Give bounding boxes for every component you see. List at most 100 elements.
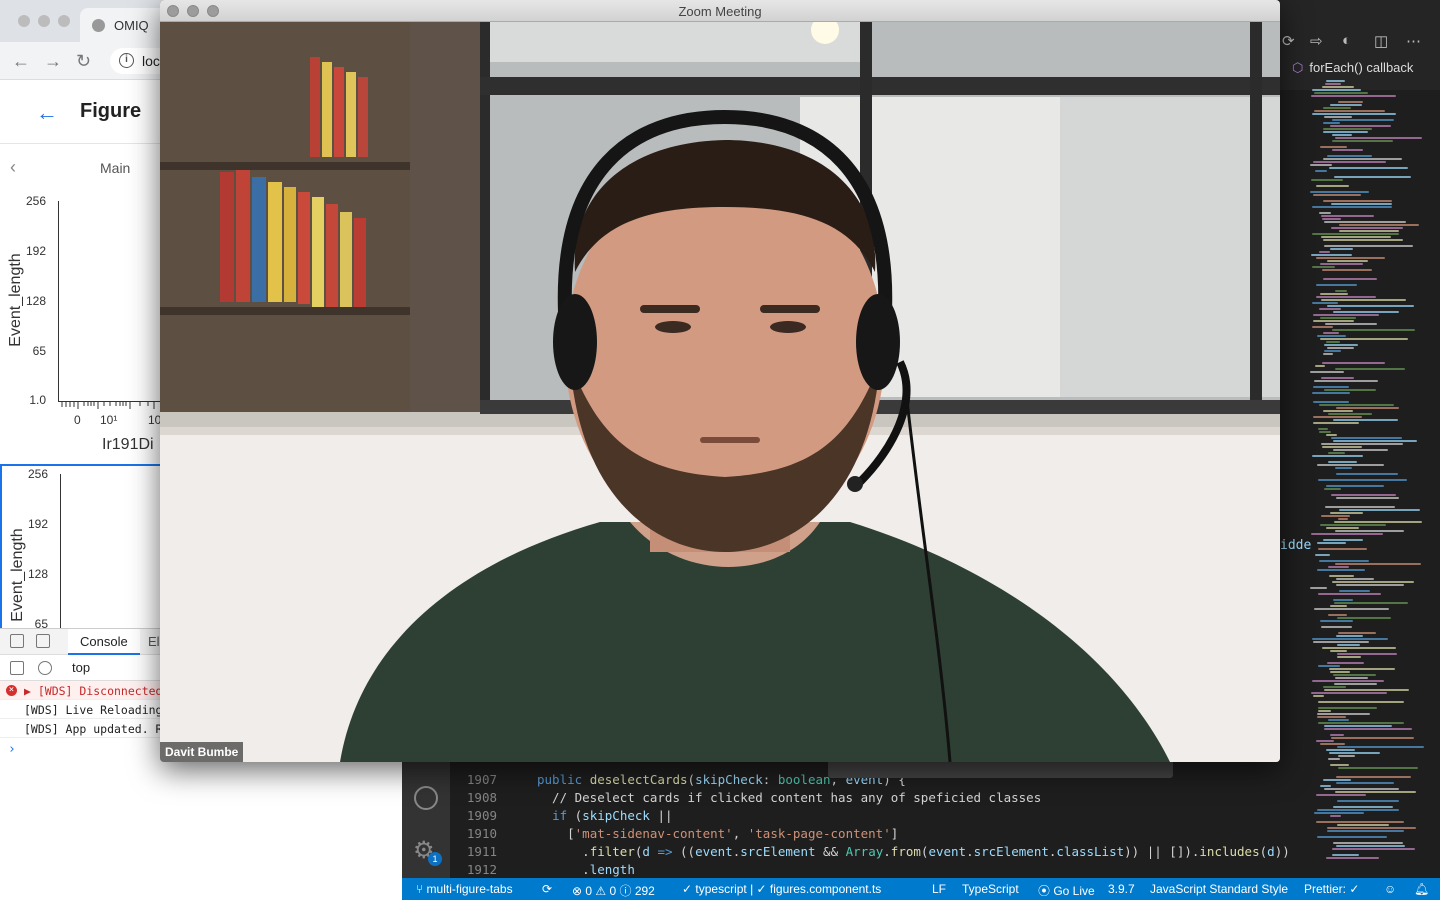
minimap-line — [1320, 146, 1347, 148]
y-tick: 1.0 — [29, 393, 46, 407]
minimap-line — [1334, 521, 1422, 523]
minimap-line — [1318, 665, 1340, 667]
minimap[interactable] — [1310, 80, 1430, 870]
participant-video[interactable]: Davit Bumbe — [160, 22, 1280, 762]
status-linter[interactable]: JavaScript Standard Style — [1150, 882, 1288, 896]
inspect-element-icon[interactable] — [10, 634, 24, 648]
minimap-line — [1327, 260, 1368, 262]
status-prettier[interactable]: Prettier: ✓ — [1304, 882, 1359, 896]
go-forward-icon[interactable]: ⇨ — [1310, 32, 1323, 50]
minimap-line — [1324, 389, 1376, 391]
sidebar-toggle-icon[interactable] — [10, 661, 24, 675]
minimap-line — [1330, 815, 1341, 817]
minimap-line — [1339, 509, 1420, 511]
tab-elements[interactable]: El — [148, 634, 160, 649]
account-icon[interactable] — [414, 786, 438, 810]
minimap-line — [1337, 656, 1361, 658]
minimap-line — [1324, 725, 1392, 727]
status-go-live[interactable]: ⦿ Go Live — [1038, 882, 1095, 899]
minimap-line — [1336, 473, 1398, 475]
window-minimize-button[interactable] — [187, 5, 199, 17]
forward-arrow-icon[interactable]: → — [44, 51, 62, 72]
error-icon: × — [6, 685, 17, 696]
notifications-icon[interactable]: 🔔︎ — [1414, 882, 1429, 896]
minimap-line — [1327, 830, 1404, 832]
status-version[interactable]: 3.9.7 — [1108, 882, 1135, 896]
minimap-line — [1323, 332, 1339, 334]
code-line: 1911 .filter(d => ((event.srcElement && … — [466, 844, 1290, 859]
clear-console-icon[interactable] — [38, 661, 52, 675]
minimap-line — [1326, 527, 1359, 529]
minimap-line — [1323, 131, 1368, 133]
sync-icon[interactable]: ⟳ — [542, 882, 552, 896]
minimap-line — [1329, 167, 1408, 169]
minimap-line — [1325, 323, 1377, 325]
minimap-line — [1330, 650, 1347, 652]
console-message-text: [WDS] Live Reloading — [24, 703, 163, 717]
minimap-line — [1326, 80, 1345, 82]
minimap-line — [1327, 347, 1354, 349]
status-eol[interactable]: LF — [932, 882, 946, 896]
minimap-line — [1335, 368, 1405, 370]
status-problems[interactable]: ⊗ 0 ⚠ 0 ⓘ 292 — [572, 882, 655, 899]
tab-main[interactable]: Main — [100, 160, 130, 176]
minimap-line — [1326, 434, 1337, 436]
minimap-line — [1336, 635, 1363, 637]
y-tick: 256 — [27, 467, 48, 481]
code-editor[interactable]: ⚙ 1 1907 public deselectCards(skipCheck: … — [402, 762, 1310, 878]
window-minimize-button[interactable] — [38, 15, 50, 27]
context-selector[interactable]: top — [72, 660, 90, 675]
window-zoom-button[interactable] — [58, 15, 70, 27]
hover-widget-edge — [828, 762, 1173, 778]
minimap-line — [1312, 206, 1392, 208]
back-arrow-icon[interactable]: ← — [12, 51, 30, 72]
minimap-line — [1318, 479, 1407, 481]
git-compare-icon[interactable]: ◐ — [1342, 32, 1351, 49]
site-info-icon[interactable]: i — [119, 53, 134, 68]
minimap-line — [1311, 179, 1343, 181]
minimap-line — [1328, 461, 1357, 463]
more-actions-icon[interactable]: ⋯ — [1406, 32, 1421, 50]
window-zoom-button[interactable] — [207, 5, 219, 17]
minimap-line — [1324, 689, 1409, 691]
tab-console[interactable]: Console — [68, 629, 140, 655]
minimap-line — [1313, 641, 1369, 643]
minimap-line — [1323, 158, 1402, 160]
code-line: 1909 if (skipCheck || — [466, 808, 673, 823]
split-editor-icon[interactable]: ◫ — [1374, 32, 1388, 50]
minimap-line — [1320, 785, 1331, 787]
window-close-button[interactable] — [18, 15, 30, 27]
minimap-line — [1324, 728, 1412, 730]
minimap-line — [1313, 422, 1359, 424]
minimap-line — [1337, 746, 1424, 748]
minimap-line — [1314, 608, 1389, 610]
status-language[interactable]: TypeScript — [962, 882, 1019, 896]
minimap-line — [1327, 662, 1364, 664]
window-close-button[interactable] — [167, 5, 179, 17]
reload-icon[interactable]: ↻ — [76, 51, 91, 72]
minimap-line — [1337, 653, 1397, 655]
minimap-line — [1333, 419, 1398, 421]
x-tick: 0 — [74, 413, 81, 427]
chevron-left-icon[interactable]: ‹ — [10, 157, 16, 178]
minimap-line — [1333, 311, 1399, 313]
back-arrow-icon[interactable]: ← — [36, 100, 58, 126]
minimap-line — [1313, 314, 1379, 316]
minimap-line — [1324, 221, 1406, 223]
minimap-line — [1326, 341, 1340, 343]
minimap-line — [1315, 554, 1330, 556]
minimap-line — [1332, 119, 1394, 121]
minimap-line — [1315, 365, 1325, 367]
minimap-line — [1323, 410, 1353, 412]
device-toolbar-icon[interactable] — [36, 634, 50, 648]
breadcrumb[interactable]: ⬡ forEach() callback — [1292, 60, 1413, 76]
feedback-icon[interactable]: ☺ — [1384, 882, 1396, 896]
minimap-line — [1318, 701, 1404, 703]
minimap-line — [1330, 671, 1350, 673]
status-ts-check[interactable]: ✓ typescript | ✓ figures.component.ts — [682, 882, 881, 896]
status-branch[interactable]: ⑂ multi-figure-tabs — [416, 882, 513, 896]
y-tick: 256 — [25, 194, 46, 208]
minimap-line — [1315, 170, 1327, 172]
go-back-icon[interactable]: ⟳ — [1282, 32, 1295, 50]
minimap-line — [1314, 92, 1368, 94]
